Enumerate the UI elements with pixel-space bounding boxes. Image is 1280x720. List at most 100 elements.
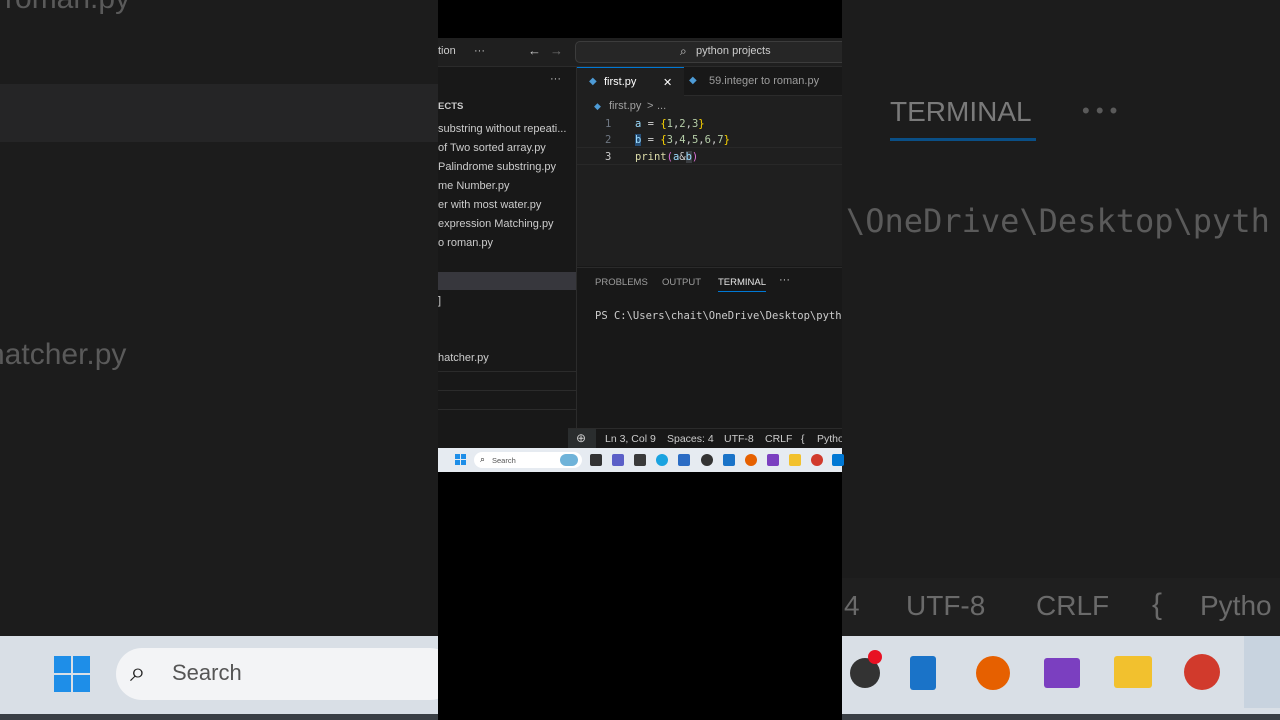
bg-title-text: o roman.py bbox=[0, 0, 130, 16]
zoom-button[interactable]: ⊕ bbox=[568, 429, 596, 448]
edge-icon[interactable] bbox=[656, 454, 668, 466]
file-item[interactable]: o roman.py bbox=[438, 237, 493, 249]
python-file-icon: ◆ bbox=[589, 76, 597, 87]
file-item[interactable]: substring without repeati... bbox=[438, 123, 566, 135]
explorer-sidebar: ··· ECTS substring without repeati... of… bbox=[438, 67, 577, 429]
bg-bottom-strip bbox=[0, 714, 438, 720]
status-bar: ⊕ Ln 3, Col 9 Spaces: 4 UTF-8 CRLF { Pyt… bbox=[568, 428, 842, 448]
title-more-button[interactable]: ··· bbox=[474, 45, 485, 57]
background-right-zoom: TERMINAL • • • \OneDrive\Desktop\pyth 4 … bbox=[842, 0, 1280, 720]
bg-terminal-tab: TERMINAL bbox=[890, 96, 1032, 127]
close-icon[interactable]: ✕ bbox=[663, 76, 672, 89]
bg-taskbar-right bbox=[842, 636, 1280, 714]
app-icon[interactable] bbox=[634, 454, 646, 466]
file-item[interactable]: hatcher.py bbox=[438, 352, 489, 364]
bg-search-icon: ⌕ bbox=[130, 656, 146, 687]
search-icon: ⌕ bbox=[480, 454, 486, 464]
taskbar-search-label: Search bbox=[492, 456, 516, 465]
bg-notepad-icon bbox=[910, 656, 936, 690]
current-line-highlight bbox=[577, 147, 842, 165]
file-item[interactable]: me Number.py bbox=[438, 180, 510, 192]
panel-more-button[interactable]: ··· bbox=[779, 274, 790, 286]
command-center-search[interactable]: ⌕ python projects bbox=[575, 41, 842, 63]
panel-tab-output[interactable]: OUTPUT bbox=[662, 277, 701, 288]
folder-icon[interactable] bbox=[789, 454, 801, 466]
windows-taskbar: ⌕ Search bbox=[438, 448, 844, 472]
panel-tab-terminal[interactable]: TERMINAL bbox=[718, 277, 767, 292]
status-spaces[interactable]: Spaces: 4 bbox=[667, 433, 714, 445]
windows-start-icon[interactable] bbox=[455, 454, 467, 466]
bg-wps-icon bbox=[1184, 654, 1220, 690]
code-editor[interactable]: ◆ first.py > ... 1 a = {1,2,3} 2 b = {3,… bbox=[577, 96, 842, 266]
file-item[interactable]: expression Matching.py bbox=[438, 218, 554, 230]
bg-statusbar: 4 UTF-8 CRLF { Pytho bbox=[842, 578, 1280, 636]
line-number: 3 bbox=[605, 151, 612, 163]
clipchamp-icon[interactable] bbox=[767, 454, 779, 466]
task-view-icon[interactable] bbox=[590, 454, 602, 466]
bg-status-eol: CRLF bbox=[1036, 590, 1110, 621]
file-item[interactable]: ] bbox=[438, 295, 441, 307]
code-line[interactable]: b = {3,4,5,6,7} bbox=[635, 134, 730, 146]
code-line[interactable]: print(a&b) bbox=[635, 151, 698, 163]
zoom-icon: ⊕ bbox=[576, 431, 587, 445]
bg-terminal-path: \OneDrive\Desktop\pyth bbox=[846, 202, 1270, 240]
teams-icon[interactable] bbox=[612, 454, 624, 466]
title-bar: tion ··· ← → ⌕ python projects bbox=[438, 38, 842, 67]
bg-tab-underline bbox=[890, 138, 1036, 141]
bg-clipchamp-icon bbox=[1044, 658, 1080, 688]
status-language[interactable]: Pytho bbox=[817, 433, 842, 445]
editor-tabs: ◆ first.py ✕ ◆ 59.integer to roman.py bbox=[577, 67, 842, 96]
breadcrumb-more[interactable]: ... bbox=[657, 100, 666, 112]
title-text: tion bbox=[438, 45, 456, 57]
search-label: python projects bbox=[696, 45, 771, 57]
brace-icon[interactable]: { bbox=[801, 433, 805, 445]
panel-tab-problems[interactable]: PROBLEMS bbox=[595, 277, 648, 288]
firefox-icon[interactable] bbox=[745, 454, 757, 466]
notepad-icon[interactable] bbox=[723, 454, 735, 466]
code-line[interactable]: a = {1,2,3} bbox=[635, 118, 705, 130]
back-arrow-icon[interactable]: ← bbox=[528, 43, 541, 58]
section-header[interactable]: ECTS bbox=[438, 101, 463, 112]
bg-partial-text: ] bbox=[0, 166, 2, 198]
background-left-zoom: o roman.py ] hatcher.py ⌕ Search bbox=[0, 0, 438, 720]
explorer-more-button[interactable]: ··· bbox=[550, 73, 561, 85]
bg-folder-icon bbox=[1114, 656, 1152, 688]
breadcrumb-file[interactable]: first.py bbox=[609, 100, 641, 112]
bg-search-pill: ⌕ Search bbox=[116, 648, 438, 700]
terminal-output[interactable]: PS C:\Users\chait\OneDrive\Desktop\pyth bbox=[595, 310, 842, 322]
status-position[interactable]: Ln 3, Col 9 bbox=[605, 433, 656, 445]
bottom-panel: PROBLEMS OUTPUT TERMINAL ··· PS C:\Users… bbox=[577, 267, 842, 428]
wps-icon[interactable] bbox=[811, 454, 823, 466]
python-file-icon: ◆ bbox=[594, 101, 601, 111]
line-number: 2 bbox=[605, 134, 612, 146]
obs-icon[interactable] bbox=[701, 454, 713, 466]
bg-taskbar-left: ⌕ Search bbox=[0, 636, 438, 714]
tab-integer-to-roman[interactable]: ◆ 59.integer to roman.py bbox=[685, 67, 842, 95]
bg-badge-icon bbox=[868, 650, 882, 664]
app-icon[interactable] bbox=[678, 454, 690, 466]
file-item[interactable]: Palindrome substring.py bbox=[438, 161, 556, 173]
divider bbox=[438, 409, 576, 410]
forward-arrow-icon[interactable]: → bbox=[550, 43, 563, 58]
weather-widget-icon bbox=[560, 454, 578, 466]
bg-windows-icon bbox=[54, 656, 90, 692]
status-encoding[interactable]: UTF-8 bbox=[724, 433, 754, 445]
divider bbox=[438, 390, 576, 391]
tab-first-py[interactable]: ◆ first.py ✕ bbox=[577, 67, 684, 96]
bg-firefox-icon bbox=[976, 656, 1010, 690]
taskbar-search[interactable]: ⌕ Search bbox=[474, 452, 582, 468]
bg-status-encoding: UTF-8 bbox=[906, 590, 986, 621]
vscode-icon[interactable] bbox=[832, 454, 844, 466]
bg-status-language: Pytho bbox=[1200, 590, 1272, 621]
bg-status-brace: { bbox=[1152, 588, 1163, 621]
file-item[interactable]: of Two sorted array.py bbox=[438, 142, 546, 154]
breadcrumb-separator: > bbox=[647, 100, 654, 112]
python-file-icon: ◆ bbox=[689, 75, 697, 86]
bg-file-text: hatcher.py bbox=[0, 338, 127, 371]
selected-row[interactable] bbox=[438, 272, 576, 290]
bg-bottom-strip-right bbox=[842, 714, 1280, 720]
file-item[interactable]: er with most water.py bbox=[438, 199, 541, 211]
line-number: 1 bbox=[605, 118, 612, 130]
bg-search-label: Search bbox=[172, 660, 242, 685]
status-eol[interactable]: CRLF bbox=[765, 433, 792, 445]
